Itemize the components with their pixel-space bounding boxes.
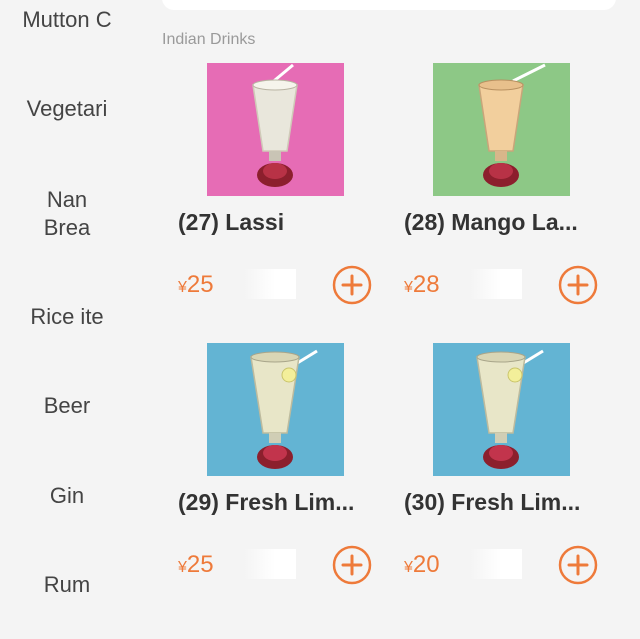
product-price: ¥25: [178, 271, 214, 299]
sidebar-item-beer[interactable]: Beer: [0, 392, 134, 420]
price-value: 25: [186, 551, 214, 578]
sidebar-item-vegetarian[interactable]: Vegetari: [0, 95, 134, 123]
product-card[interactable]: (28) Mango La... ¥28: [374, 63, 600, 343]
quantity-placeholder: [470, 269, 522, 299]
add-to-cart-button[interactable]: [332, 545, 372, 585]
price-value: 20: [412, 551, 440, 578]
sidebar-item-mutton[interactable]: Mutton C: [0, 6, 134, 34]
lassi-glass-icon: [207, 63, 344, 196]
add-to-cart-button[interactable]: [558, 545, 598, 585]
mango-lassi-glass-icon: [433, 63, 570, 196]
price-value: 25: [186, 271, 214, 298]
product-card[interactable]: (29) Fresh Lim... ¥25: [148, 343, 374, 623]
product-price: ¥28: [404, 271, 440, 299]
section-title: Indian Drinks: [162, 31, 256, 48]
product-card[interactable]: (27) Lassi ¥25: [148, 63, 374, 343]
product-price: ¥20: [404, 551, 440, 579]
product-card[interactable]: (30) Fresh Lim... ¥20: [374, 343, 600, 623]
plus-icon: [558, 545, 598, 585]
plus-icon: [558, 265, 598, 305]
fresh-lime-glass-icon: [433, 343, 570, 476]
plus-icon: [332, 265, 372, 305]
product-price: ¥25: [178, 551, 214, 579]
currency-symbol: ¥: [178, 559, 187, 576]
sidebar-item-gin[interactable]: Gin: [0, 482, 134, 510]
add-to-cart-button[interactable]: [332, 265, 372, 305]
price-value: 28: [412, 271, 440, 298]
sidebar-item-nan-bread[interactable]: Nan Brea: [22, 186, 112, 242]
product-name: (30) Fresh Lim...: [404, 489, 581, 515]
sidebar-item-rum[interactable]: Rum: [0, 571, 134, 599]
plus-icon: [332, 545, 372, 585]
product-name: (27) Lassi: [178, 209, 285, 235]
fresh-lime-glass-icon: [207, 343, 344, 476]
previous-section-card: [162, 0, 616, 10]
product-list: Indian Drinks (27) Lassi ¥25 (28) Mango …: [148, 0, 640, 639]
currency-symbol: ¥: [178, 279, 187, 296]
product-name: (29) Fresh Lim...: [178, 489, 355, 515]
quantity-placeholder: [470, 549, 522, 579]
category-sidebar: Mutton C Vegetari Nan Brea Rice ite Beer…: [0, 0, 134, 639]
currency-symbol: ¥: [404, 279, 413, 296]
add-to-cart-button[interactable]: [558, 265, 598, 305]
currency-symbol: ¥: [404, 559, 413, 576]
quantity-placeholder: [244, 549, 296, 579]
product-name: (28) Mango La...: [404, 209, 578, 235]
quantity-placeholder: [244, 269, 296, 299]
sidebar-item-rice[interactable]: Rice ite: [0, 303, 134, 331]
